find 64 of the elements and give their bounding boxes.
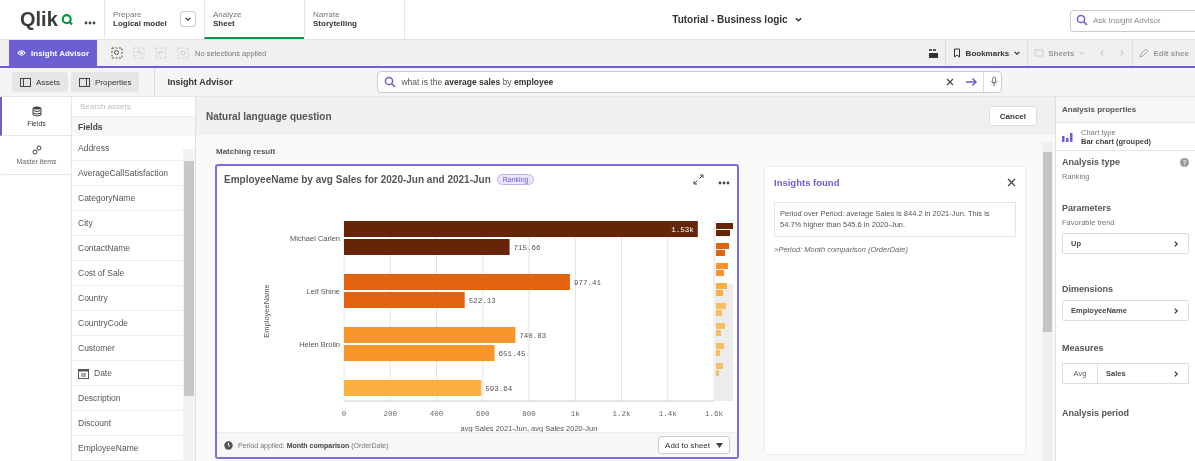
close-icon[interactable]	[1007, 178, 1016, 187]
more-icon[interactable]	[718, 180, 730, 185]
logo-mark-icon	[60, 11, 73, 28]
tab-label: Logical model	[113, 18, 168, 28]
tab-label: Sheet	[213, 18, 235, 28]
chevron-down-icon	[1013, 49, 1022, 57]
panel-toggle-button[interactable]: Properties	[71, 72, 140, 92]
smart-search-icon[interactable]	[111, 47, 123, 59]
add-to-sheet-button[interactable]: Add to sheet	[658, 436, 730, 455]
question-text: what is the average sales by employee	[401, 77, 555, 87]
app-title: Tutorial - Business logic	[672, 14, 788, 25]
nav-tab[interactable]: Narrate Storytelling	[304, 0, 404, 39]
link-icon	[31, 145, 42, 155]
toolbar-menu-button[interactable]: Bookmarks	[944, 40, 1028, 66]
clock-icon	[224, 440, 233, 450]
insights-title: Insights found	[774, 177, 840, 188]
property-heading: Analysis type	[1062, 157, 1121, 167]
chevron-down-icon	[793, 15, 803, 24]
tab-caption: Analyze	[213, 9, 243, 19]
chevron-right-icon	[1172, 239, 1180, 248]
chevron-right-icon	[1118, 49, 1127, 57]
search-field[interactable]: Ask Insight Advisor	[1070, 9, 1195, 32]
arrow-right-icon[interactable]	[965, 77, 979, 87]
bookmark-icon	[951, 48, 962, 58]
tab-caption: Narrate	[313, 9, 341, 19]
more-icon[interactable]	[84, 20, 96, 25]
cancel-button[interactable]: Cancel	[988, 106, 1037, 126]
logo-text: Qlik	[20, 8, 58, 31]
tab-label: Storytelling	[313, 18, 358, 28]
bar-chart-icon	[1062, 131, 1073, 142]
help-icon[interactable]	[1180, 157, 1189, 167]
scrollbar[interactable]	[183, 149, 195, 461]
panel-icon	[20, 77, 31, 87]
property-heading: Analysis period	[1062, 408, 1131, 418]
section-title: Natural language question	[206, 110, 332, 122]
eye-icon	[17, 48, 27, 58]
property-heading: Dimensions	[1062, 284, 1114, 294]
list-header: Fields	[72, 117, 195, 136]
chart-title: EmployeeName by avg Sales for 2020-Jun and 2021-Jun	[224, 174, 491, 186]
panel-toggle-button[interactable]: Assets	[12, 72, 68, 92]
calendar-icon	[78, 367, 89, 379]
clear-icon[interactable]	[946, 78, 955, 86]
chevron-right-icon	[1172, 369, 1180, 378]
nav-tab[interactable]: Prepare Logical model	[104, 0, 204, 39]
field-item[interactable]: Address	[72, 136, 183, 161]
pencil-icon	[1139, 48, 1150, 58]
property-heading: Parameters	[1062, 203, 1113, 213]
insight-advisor-button[interactable]: Insight Advisor	[9, 40, 97, 66]
database-icon	[31, 105, 42, 117]
sheet-icon	[1034, 48, 1045, 58]
chevron-down-icon	[1078, 49, 1087, 57]
expand-icon[interactable]	[693, 174, 704, 186]
search-icon	[384, 76, 397, 88]
scrollbar[interactable]	[1042, 142, 1053, 461]
property-heading: Measures	[1062, 343, 1105, 353]
tab-caption: Prepare	[113, 9, 143, 19]
dropdown-button[interactable]	[180, 10, 196, 27]
chevron-right-icon	[1172, 306, 1180, 315]
panel-icon	[79, 77, 90, 87]
caret-icon	[716, 442, 723, 448]
panel-title: Insight Advisor	[154, 67, 375, 97]
question-field[interactable]: what is the average sales by employee	[377, 71, 1003, 93]
panel-title: Analysis properties	[1056, 97, 1195, 123]
section-label: Matching result	[215, 146, 277, 158]
